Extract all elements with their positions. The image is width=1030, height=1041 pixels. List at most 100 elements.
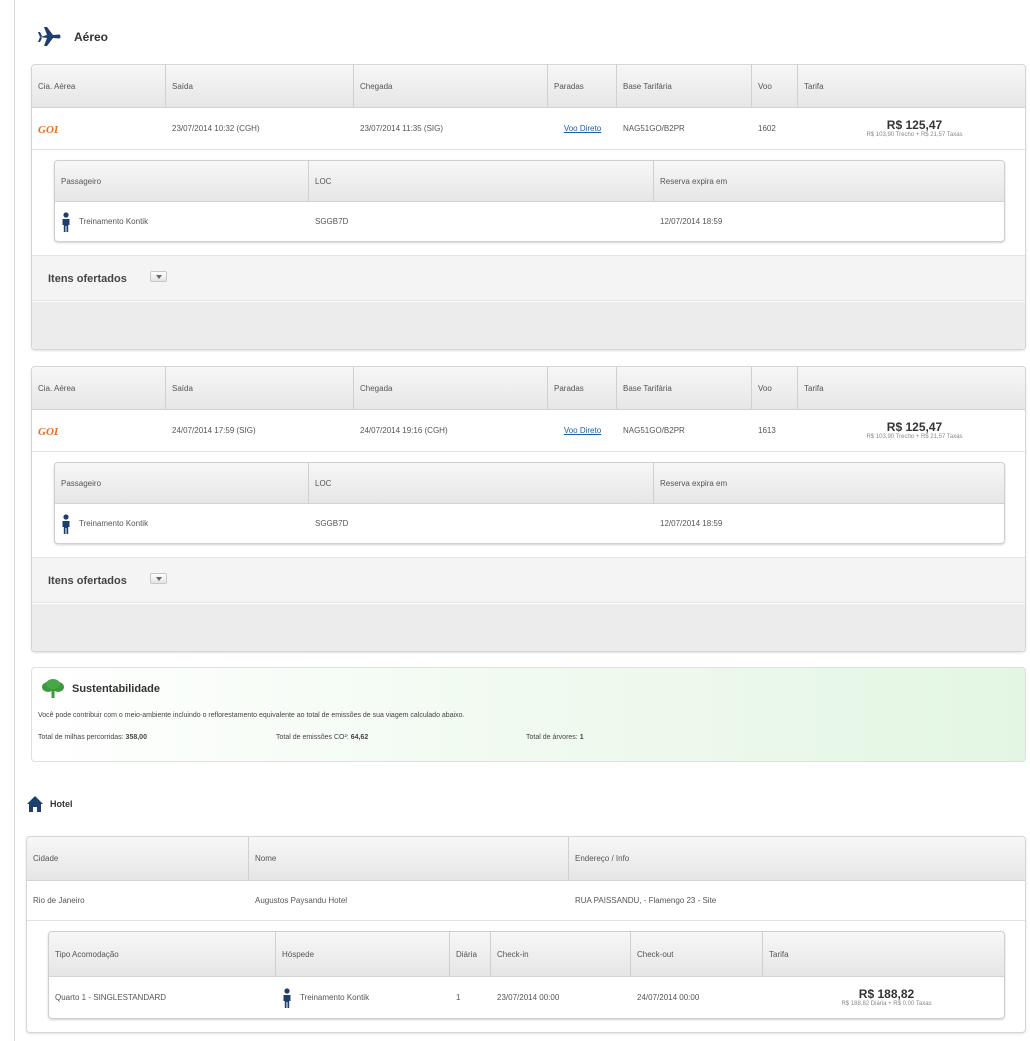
expires-value: 12/07/2014 18:59 <box>660 519 723 528</box>
offers-label: Itens ofertados <box>48 575 127 587</box>
offers-body <box>32 302 1025 349</box>
col-stops: Paradas <box>548 367 617 409</box>
flight-panel-2: Cia. Aérea Saída Chegada Paradas Base Ta… <box>31 366 1026 652</box>
flight-table-header: Cia. Aérea Saída Chegada Paradas Base Ta… <box>32 65 1025 108</box>
miles-total: Total de milhas percorridas: 358,00 <box>38 734 147 741</box>
fare-basis-value: NAG51GO/B2PR <box>623 426 685 435</box>
col-guest: Hóspede <box>276 932 450 976</box>
col-arrival: Chegada <box>354 367 548 409</box>
offers-label: Itens ofertados <box>48 273 127 285</box>
col-name: Nome <box>249 837 569 880</box>
col-fare: Tarifa <box>804 81 824 91</box>
flight-row: GOL 24/07/2014 17:59 (SIG) 24/07/2014 19… <box>32 410 1025 452</box>
expires-value: 12/07/2014 18:59 <box>660 217 723 226</box>
fare-price: R$ 125,47 <box>886 419 943 434</box>
col-fare: Tarifa <box>804 383 824 393</box>
passenger-table: Passageiro LOC Reserva expira em Treinam… <box>54 462 1005 544</box>
hotel-table-header: Cidade Nome Endereço / Info <box>27 837 1025 881</box>
passenger-name: Treinamento Kontik <box>79 217 149 226</box>
airplane-icon <box>38 26 62 48</box>
fare-cell: R$ 125,47 R$ 103,90 Trecho + R$ 21,57 Ta… <box>798 410 1025 451</box>
col-loc: LOC <box>309 463 654 503</box>
air-section-title: Aéreo <box>38 26 108 48</box>
col-expires: Reserva expira em <box>660 176 728 186</box>
room-fare-price: R$ 188,82 <box>858 986 915 1001</box>
offers-toggle-button[interactable] <box>150 573 167 584</box>
room-row: Quarto 1 - SINGLESTANDARD Treinamento Ko… <box>49 977 1004 1018</box>
room-table-header: Tipo Acomodação Hóspede Diária Check-in … <box>49 932 1004 977</box>
col-checkout: Check-out <box>631 932 763 976</box>
svg-text:GOL: GOL <box>38 426 58 437</box>
col-departure: Saída <box>166 65 354 107</box>
hotel-section-title: Hotel <box>26 795 73 813</box>
hotel-panel: Cidade Nome Endereço / Info Rio de Janei… <box>26 836 1026 1033</box>
stops-link[interactable]: Voo Direto <box>564 426 601 435</box>
room-table: Tipo Acomodação Hóspede Diária Check-in … <box>48 931 1005 1019</box>
col-departure: Saída <box>166 367 354 409</box>
sustainability-title: Sustentabilidade <box>42 679 160 699</box>
person-icon <box>282 987 292 1008</box>
col-flight: Voo <box>752 367 798 409</box>
flight-panel-1: Cia. Aérea Saída Chegada Paradas Base Ta… <box>31 64 1026 350</box>
col-fare-basis: Base Tarifária <box>617 367 752 409</box>
col-expires: Reserva expira em <box>660 478 728 488</box>
sustainability-label: Sustentabilidade <box>72 683 161 695</box>
flight-table-header: Cia. Aérea Saída Chegada Paradas Base Ta… <box>32 367 1025 410</box>
trees-total: Total de árvores: 1 <box>526 734 584 741</box>
col-passenger: Passageiro <box>55 161 309 201</box>
offers-body <box>32 604 1025 651</box>
col-flight: Voo <box>752 65 798 107</box>
checkin-value: 23/07/2014 00:00 <box>497 993 560 1002</box>
col-room-fare: Tarifa <box>769 949 789 959</box>
fare-basis-value: NAG51GO/B2PR <box>623 124 685 133</box>
fare-cell: R$ 125,47 R$ 103,90 Trecho + R$ 21,57 Ta… <box>798 108 1025 149</box>
room-fare-detail: R$ 188,82 Diária + R$ 0,00 Taxas <box>841 1000 932 1007</box>
stops-link[interactable]: Voo Direto <box>564 124 601 133</box>
fare-price: R$ 125,47 <box>886 117 943 132</box>
col-arrival: Chegada <box>354 65 548 107</box>
arrival-value: 23/07/2014 11:35 (SIG) <box>360 124 444 133</box>
city-value: Rio de Janeiro <box>33 896 85 905</box>
col-address: Endereço / Info <box>575 854 630 863</box>
gol-airline-logo: GOL <box>32 410 166 451</box>
sustainability-panel: Sustentabilidade Você pode contribuir co… <box>31 667 1026 762</box>
house-icon <box>26 795 44 813</box>
miles-label: Total de milhas percorridas: <box>38 734 124 741</box>
col-city: Cidade <box>27 837 249 880</box>
offers-toggle-button[interactable] <box>150 271 167 282</box>
departure-value: 24/07/2014 17:59 (SIG) <box>172 426 256 435</box>
col-airline: Cia. Aérea <box>32 65 166 107</box>
person-icon <box>61 513 71 534</box>
sustainability-description: Você pode contribuir com o meio-ambiente… <box>38 712 465 719</box>
address-value: RUA PAISSANDU, - Flamengo 23 - Site <box>575 896 717 905</box>
emissions-total: Total de emissões CO²: 64,62 <box>276 734 368 741</box>
flight-row: GOL 23/07/2014 10:32 (CGH) 23/07/2014 11… <box>32 108 1025 150</box>
passenger-table-header: Passageiro LOC Reserva expira em <box>55 161 1004 202</box>
col-fare-basis: Base Tarifária <box>617 65 752 107</box>
col-passenger: Passageiro <box>55 463 309 503</box>
emissions-label: Total de emissões CO²: <box>276 734 349 741</box>
hotel-name-value: Augustos Paysandu Hotel <box>255 896 348 905</box>
miles-value: 358,00 <box>125 734 147 741</box>
fare-detail: R$ 103,90 Trecho + R$ 21,57 Taxas <box>866 433 963 440</box>
left-divider <box>14 0 15 1041</box>
loc-value: SGGB7D <box>315 519 349 528</box>
passenger-row: Treinamento Kontik SGGB7D 12/07/2014 18:… <box>55 202 1004 241</box>
col-loc: LOC <box>309 161 654 201</box>
col-checkin: Check-in <box>491 932 631 976</box>
loc-value: SGGB7D <box>315 217 349 226</box>
trees-label: Total de árvores: <box>526 734 578 741</box>
flight-number: 1613 <box>758 426 776 435</box>
air-section-label: Aéreo <box>74 30 109 44</box>
room-fare-cell: R$ 188,82 R$ 188,82 Diária + R$ 0,00 Tax… <box>763 977 1004 1018</box>
hotel-row: Rio de Janeiro Augustos Paysandu Hotel R… <box>27 881 1025 921</box>
hotel-section-label: Hotel <box>50 799 73 809</box>
offers-bar <box>32 255 1025 301</box>
col-airline: Cia. Aérea <box>32 367 166 409</box>
svg-text:GOL: GOL <box>38 124 58 135</box>
tree-icon <box>42 679 64 699</box>
col-nights: Diária <box>450 932 491 976</box>
room-type-value: Quarto 1 - SINGLESTANDARD <box>55 993 166 1002</box>
guest-name: Treinamento Kontik <box>300 993 370 1002</box>
passenger-table: Passageiro LOC Reserva expira em Treinam… <box>54 160 1005 242</box>
